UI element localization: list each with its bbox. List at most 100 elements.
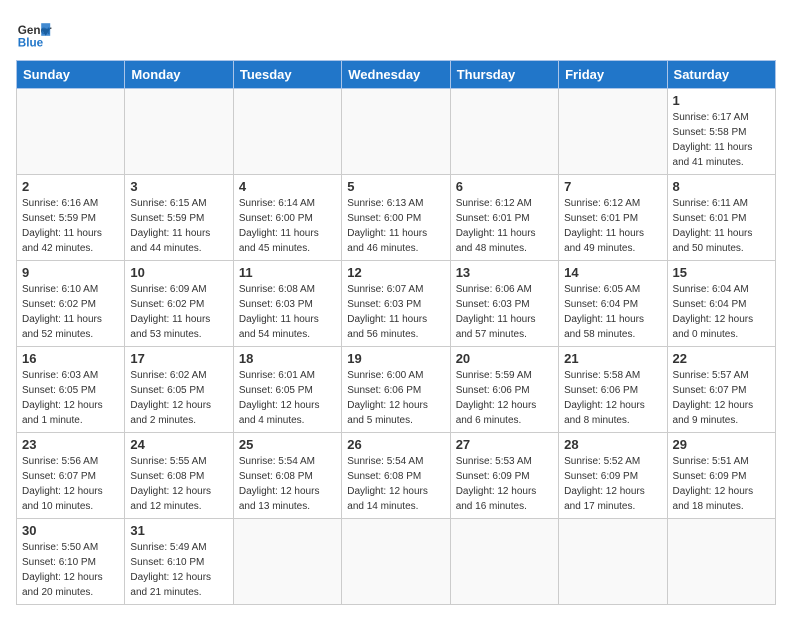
- calendar-cell: 4 Sunrise: 6:14 AM Sunset: 6:00 PM Daylig…: [233, 175, 341, 261]
- weekday-header-thursday: Thursday: [450, 61, 558, 89]
- day-number: 10: [130, 265, 227, 280]
- logo: General Blue: [16, 16, 58, 52]
- day-number: 15: [673, 265, 770, 280]
- day-info: Sunrise: 6:06 AM Sunset: 6:03 PM Dayligh…: [456, 282, 553, 342]
- day-number: 4: [239, 179, 336, 194]
- day-info: Sunrise: 5:57 AM Sunset: 6:07 PM Dayligh…: [673, 368, 770, 428]
- day-info: Sunrise: 6:09 AM Sunset: 6:02 PM Dayligh…: [130, 282, 227, 342]
- day-number: 6: [456, 179, 553, 194]
- calendar-cell: [342, 519, 450, 605]
- day-number: 5: [347, 179, 444, 194]
- day-number: 29: [673, 437, 770, 452]
- calendar-cell: 26Sunrise: 5:54 AM Sunset: 6:08 PM Dayli…: [342, 433, 450, 519]
- calendar-cell: 24Sunrise: 5:55 AM Sunset: 6:08 PM Dayli…: [125, 433, 233, 519]
- calendar-week-5: 30 Sunrise: 5:50 AM Sunset: 6:10 PM Dayli…: [17, 519, 776, 605]
- day-info: Sunrise: 6:13 AM Sunset: 6:00 PM Dayligh…: [347, 196, 444, 256]
- day-number: 7: [564, 179, 661, 194]
- calendar-cell: [450, 89, 558, 175]
- calendar-cell: 23 Sunrise: 5:56 AM Sunset: 6:07 PM Dayli…: [17, 433, 125, 519]
- calendar-cell: [559, 89, 667, 175]
- weekday-header-wednesday: Wednesday: [342, 61, 450, 89]
- calendar-cell: 25 Sunrise: 5:54 AM Sunset: 6:08 PM Dayli…: [233, 433, 341, 519]
- day-info: Sunrise: 6:12 AM Sunset: 6:01 PM Dayligh…: [456, 196, 553, 256]
- day-info: Sunrise: 6:17 AM Sunset: 5:58 PM Dayligh…: [673, 110, 770, 170]
- calendar-cell: 2Sunrise: 6:16 AM Sunset: 5:59 PM Daylig…: [17, 175, 125, 261]
- calendar-header-row: SundayMondayTuesdayWednesdayThursdayFrid…: [17, 61, 776, 89]
- day-number: 20: [456, 351, 553, 366]
- day-info: Sunrise: 6:14 AM Sunset: 6:00 PM Dayligh…: [239, 196, 336, 256]
- calendar-week-4: 23 Sunrise: 5:56 AM Sunset: 6:07 PM Dayli…: [17, 433, 776, 519]
- calendar-cell: 30 Sunrise: 5:50 AM Sunset: 6:10 PM Dayli…: [17, 519, 125, 605]
- day-info: Sunrise: 6:08 AM Sunset: 6:03 PM Dayligh…: [239, 282, 336, 342]
- calendar-cell: 9 Sunrise: 6:10 AM Sunset: 6:02 PM Daylig…: [17, 261, 125, 347]
- calendar-cell: [233, 89, 341, 175]
- calendar-week-1: 2Sunrise: 6:16 AM Sunset: 5:59 PM Daylig…: [17, 175, 776, 261]
- day-info: Sunrise: 5:59 AM Sunset: 6:06 PM Dayligh…: [456, 368, 553, 428]
- day-info: Sunrise: 5:54 AM Sunset: 6:08 PM Dayligh…: [239, 454, 336, 514]
- calendar-cell: 21Sunrise: 5:58 AM Sunset: 6:06 PM Dayli…: [559, 347, 667, 433]
- day-info: Sunrise: 6:11 AM Sunset: 6:01 PM Dayligh…: [673, 196, 770, 256]
- calendar-cell: 11 Sunrise: 6:08 AM Sunset: 6:03 PM Dayli…: [233, 261, 341, 347]
- day-info: Sunrise: 5:52 AM Sunset: 6:09 PM Dayligh…: [564, 454, 661, 514]
- weekday-header-tuesday: Tuesday: [233, 61, 341, 89]
- page-header: General Blue: [16, 16, 776, 52]
- day-number: 25: [239, 437, 336, 452]
- calendar-cell: 19Sunrise: 6:00 AM Sunset: 6:06 PM Dayli…: [342, 347, 450, 433]
- day-number: 30: [22, 523, 119, 538]
- calendar-table: SundayMondayTuesdayWednesdayThursdayFrid…: [16, 60, 776, 605]
- day-number: 12: [347, 265, 444, 280]
- calendar-cell: 17 Sunrise: 6:02 AM Sunset: 6:05 PM Dayli…: [125, 347, 233, 433]
- day-info: Sunrise: 5:55 AM Sunset: 6:08 PM Dayligh…: [130, 454, 227, 514]
- calendar-cell: 18 Sunrise: 6:01 AM Sunset: 6:05 PM Dayli…: [233, 347, 341, 433]
- calendar-cell: 14 Sunrise: 6:05 AM Sunset: 6:04 PM Dayli…: [559, 261, 667, 347]
- day-info: Sunrise: 6:10 AM Sunset: 6:02 PM Dayligh…: [22, 282, 119, 342]
- day-info: Sunrise: 5:50 AM Sunset: 6:10 PM Dayligh…: [22, 540, 119, 600]
- day-info: Sunrise: 6:05 AM Sunset: 6:04 PM Dayligh…: [564, 282, 661, 342]
- day-number: 28: [564, 437, 661, 452]
- day-number: 19: [347, 351, 444, 366]
- day-number: 27: [456, 437, 553, 452]
- day-number: 8: [673, 179, 770, 194]
- calendar-cell: 8 Sunrise: 6:11 AM Sunset: 6:01 PM Daylig…: [667, 175, 775, 261]
- calendar-cell: [342, 89, 450, 175]
- day-info: Sunrise: 6:02 AM Sunset: 6:05 PM Dayligh…: [130, 368, 227, 428]
- calendar-cell: 6 Sunrise: 6:12 AM Sunset: 6:01 PM Daylig…: [450, 175, 558, 261]
- day-number: 23: [22, 437, 119, 452]
- calendar-cell: [559, 519, 667, 605]
- day-number: 9: [22, 265, 119, 280]
- calendar-cell: 16Sunrise: 6:03 AM Sunset: 6:05 PM Dayli…: [17, 347, 125, 433]
- day-number: 17: [130, 351, 227, 366]
- weekday-header-saturday: Saturday: [667, 61, 775, 89]
- calendar-week-3: 16Sunrise: 6:03 AM Sunset: 6:05 PM Dayli…: [17, 347, 776, 433]
- calendar-week-2: 9 Sunrise: 6:10 AM Sunset: 6:02 PM Daylig…: [17, 261, 776, 347]
- day-number: 22: [673, 351, 770, 366]
- day-number: 31: [130, 523, 227, 538]
- day-number: 2: [22, 179, 119, 194]
- day-number: 14: [564, 265, 661, 280]
- weekday-header-friday: Friday: [559, 61, 667, 89]
- calendar-cell: 28 Sunrise: 5:52 AM Sunset: 6:09 PM Dayli…: [559, 433, 667, 519]
- day-number: 1: [673, 93, 770, 108]
- calendar-cell: [450, 519, 558, 605]
- day-info: Sunrise: 5:56 AM Sunset: 6:07 PM Dayligh…: [22, 454, 119, 514]
- calendar-cell: [667, 519, 775, 605]
- day-info: Sunrise: 5:53 AM Sunset: 6:09 PM Dayligh…: [456, 454, 553, 514]
- calendar-cell: 1 Sunrise: 6:17 AM Sunset: 5:58 PM Daylig…: [667, 89, 775, 175]
- logo-icon: General Blue: [16, 16, 52, 52]
- calendar-cell: 13Sunrise: 6:06 AM Sunset: 6:03 PM Dayli…: [450, 261, 558, 347]
- day-info: Sunrise: 6:01 AM Sunset: 6:05 PM Dayligh…: [239, 368, 336, 428]
- day-number: 11: [239, 265, 336, 280]
- day-number: 16: [22, 351, 119, 366]
- day-number: 26: [347, 437, 444, 452]
- calendar-cell: 31Sunrise: 5:49 AM Sunset: 6:10 PM Dayli…: [125, 519, 233, 605]
- calendar-week-0: 1 Sunrise: 6:17 AM Sunset: 5:58 PM Daylig…: [17, 89, 776, 175]
- day-number: 3: [130, 179, 227, 194]
- day-number: 18: [239, 351, 336, 366]
- day-info: Sunrise: 6:04 AM Sunset: 6:04 PM Dayligh…: [673, 282, 770, 342]
- day-info: Sunrise: 6:07 AM Sunset: 6:03 PM Dayligh…: [347, 282, 444, 342]
- calendar-cell: 5 Sunrise: 6:13 AM Sunset: 6:00 PM Daylig…: [342, 175, 450, 261]
- calendar-cell: 15 Sunrise: 6:04 AM Sunset: 6:04 PM Dayli…: [667, 261, 775, 347]
- calendar-cell: 3Sunrise: 6:15 AM Sunset: 5:59 PM Daylig…: [125, 175, 233, 261]
- calendar-cell: [17, 89, 125, 175]
- calendar-cell: 10 Sunrise: 6:09 AM Sunset: 6:02 PM Dayli…: [125, 261, 233, 347]
